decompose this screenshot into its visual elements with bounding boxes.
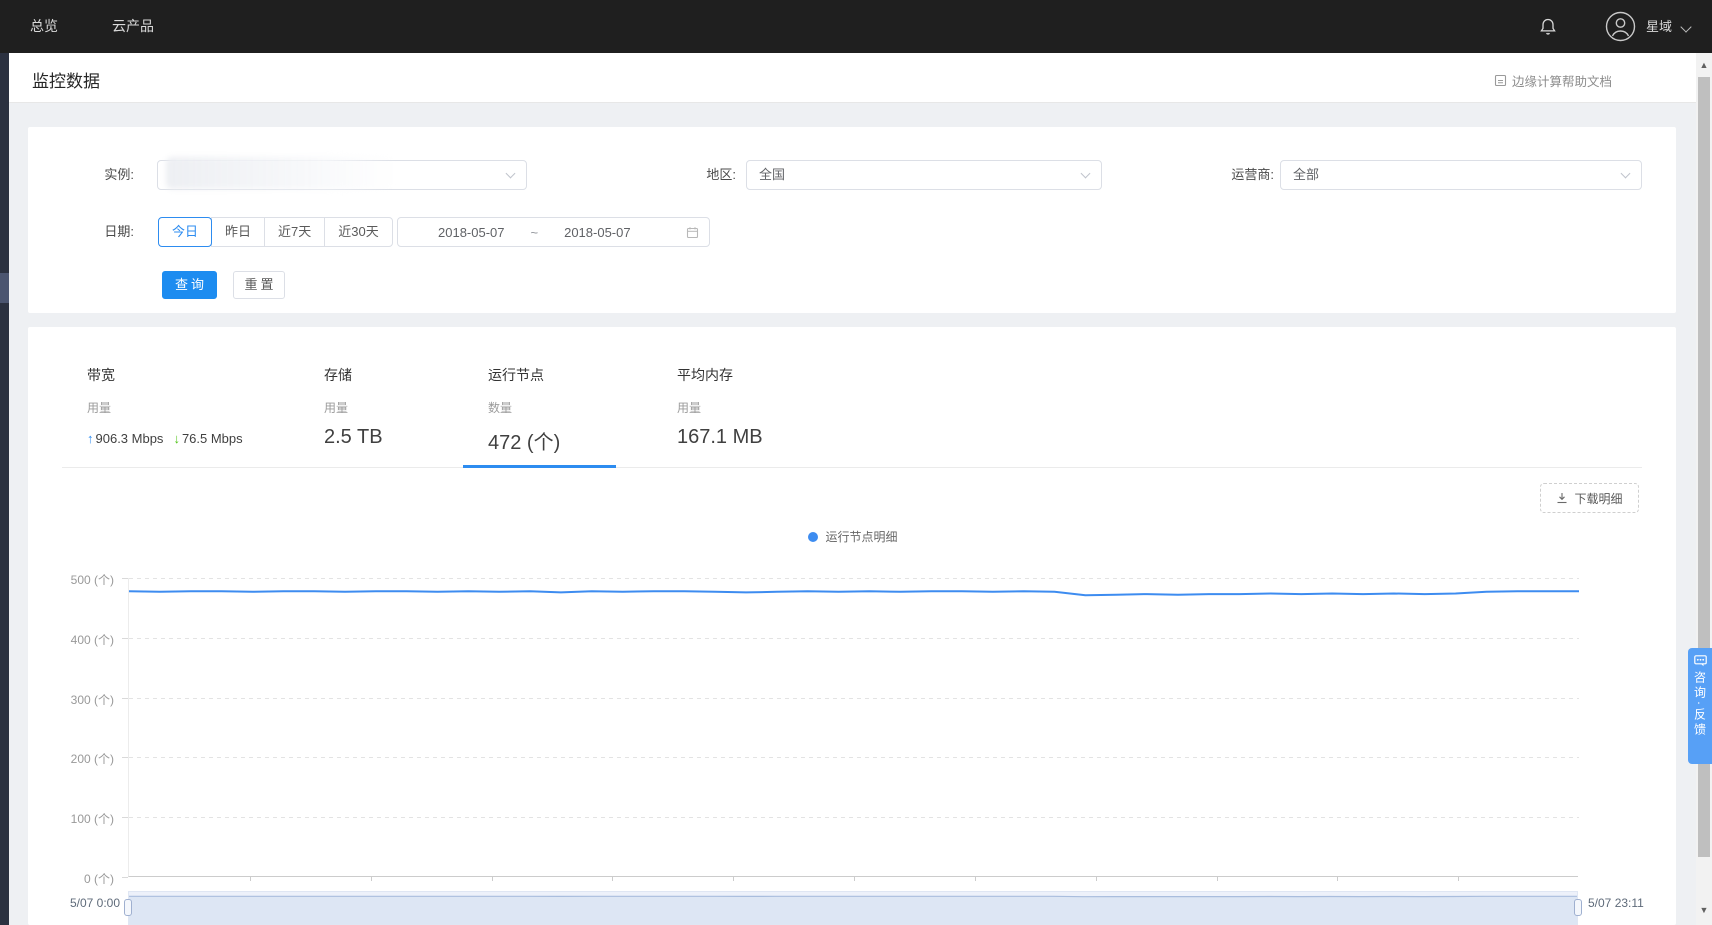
y-tick-label: 500 (个): [28, 571, 114, 588]
download-arrow-icon: ↓: [173, 431, 180, 446]
line-chart-plot: [128, 578, 1578, 877]
notification-bell-icon[interactable]: [1538, 17, 1558, 37]
help-doc-link[interactable]: 边缘计算帮助文档: [1494, 71, 1612, 90]
chat-icon: [1694, 655, 1707, 667]
date-option-30days[interactable]: 近30天: [324, 217, 392, 247]
user-menu[interactable]: 星域: [1646, 0, 1672, 53]
y-tick-label: 100 (个): [28, 810, 114, 827]
sidebar-active-item: [0, 273, 9, 303]
chevron-down-icon: [506, 169, 516, 179]
consult-feedback-label: 咨询·反馈: [1692, 671, 1709, 738]
date-start: 2018-05-07: [438, 225, 505, 240]
scrubber-start-label: 5/07 0:00: [28, 896, 120, 910]
scrubber-handle-left[interactable]: [124, 899, 132, 916]
legend-dot-icon: [808, 532, 818, 542]
region-label: 地区:: [690, 160, 736, 190]
y-tick-label: 300 (个): [28, 691, 114, 708]
chevron-down-icon: [1621, 169, 1631, 179]
download-detail-label: 下载明细: [1574, 490, 1622, 507]
x-tick-mark: [854, 877, 855, 881]
vertical-scrollbar: ▲ ▼: [1696, 53, 1712, 925]
search-button[interactable]: 查询: [162, 271, 217, 299]
tabs-divider: [62, 467, 1642, 468]
date-option-yesterday[interactable]: 昨日: [211, 217, 265, 247]
page-header: 监控数据 边缘计算帮助文档: [0, 53, 1696, 103]
page-title: 监控数据: [32, 67, 100, 92]
x-tick-mark: [1337, 877, 1338, 881]
tab-value: 472 (个): [488, 426, 560, 455]
tab-storage[interactable]: 存储 用量 2.5 TB: [324, 365, 383, 449]
isp-select[interactable]: 全部: [1280, 160, 1642, 190]
instance-label: 实例:: [88, 160, 134, 190]
scroll-down-arrow[interactable]: ▼: [1699, 905, 1709, 915]
scrubber-profile-area: [129, 896, 1577, 924]
x-tick-mark: [612, 877, 613, 881]
collapsed-sidebar[interactable]: [0, 53, 9, 925]
tab-avg-memory[interactable]: 平均内存 用量 167.1 MB: [677, 365, 763, 449]
scrubber-handle-right[interactable]: [1574, 899, 1582, 916]
tab-running-nodes[interactable]: 运行节点 数量 472 (个): [488, 365, 560, 455]
top-navbar: 总览 云产品 星域: [0, 0, 1712, 53]
x-tick-mark: [975, 877, 976, 881]
x-tick-mark: [250, 877, 251, 881]
tab-title: 存储: [324, 365, 383, 385]
tab-sublabel: 数量: [488, 399, 560, 416]
chevron-down-icon: [1081, 169, 1091, 179]
date-label: 日期:: [88, 217, 134, 247]
download-icon: [1556, 492, 1568, 504]
tab-value: 2.5 TB: [324, 426, 383, 449]
isp-value: 全部: [1293, 167, 1319, 182]
chart-line: [129, 591, 1579, 595]
y-tick-label: 200 (个): [28, 750, 114, 767]
tab-value: ↑906.3 Mbps↓76.5 Mbps: [87, 431, 243, 446]
active-tab-indicator: [463, 465, 616, 468]
y-tick-mark: [122, 877, 128, 878]
tab-sublabel: 用量: [87, 399, 243, 416]
monitoring-panel: 带宽 用量 ↑906.3 Mbps↓76.5 Mbps 存储 用量 2.5 TB…: [28, 327, 1676, 925]
scrubber-end-label: 5/07 23:11: [1588, 896, 1644, 910]
chart-legend: 运行节点明细: [128, 528, 1578, 545]
user-avatar-icon[interactable]: [1605, 11, 1636, 42]
tab-value: 167.1 MB: [677, 426, 763, 449]
nav-item-overview[interactable]: 总览: [30, 0, 58, 53]
instance-select[interactable]: [157, 160, 527, 190]
x-tick-mark: [1096, 877, 1097, 881]
y-tick-label: 0 (个): [28, 870, 114, 887]
filter-panel: 实例: 地区: 全国 运营商: 全部 日期: 今日 昨日 近7天 近30天 20…: [28, 127, 1676, 313]
date-option-7days[interactable]: 近7天: [264, 217, 325, 247]
isp-label: 运营商:: [1212, 160, 1274, 190]
document-icon: [1494, 74, 1507, 87]
tab-title: 运行节点: [488, 365, 560, 385]
redacted-instance-value: [166, 157, 396, 189]
x-tick-mark: [371, 877, 372, 881]
y-tick-label: 400 (个): [28, 631, 114, 648]
consult-feedback-widget[interactable]: 咨询·反馈: [1688, 648, 1712, 764]
tab-sublabel: 用量: [677, 399, 763, 416]
tab-title: 带宽: [87, 365, 243, 385]
scroll-up-arrow[interactable]: ▲: [1699, 60, 1709, 70]
legend-item-running-nodes[interactable]: 运行节点明细: [808, 530, 897, 544]
upload-arrow-icon: ↑: [87, 431, 94, 446]
date-separator: ~: [531, 225, 539, 240]
reset-button[interactable]: 重置: [233, 271, 285, 299]
tab-bandwidth[interactable]: 带宽 用量 ↑906.3 Mbps↓76.5 Mbps: [87, 365, 243, 446]
date-range-picker[interactable]: 2018-05-07 ~ 2018-05-07: [397, 217, 710, 247]
help-doc-label: 边缘计算帮助文档: [1512, 71, 1612, 90]
x-tick-mark: [1217, 877, 1218, 881]
timeline-scrubber[interactable]: [128, 891, 1578, 925]
tab-title: 平均内存: [677, 365, 763, 385]
date-quick-options: 今日 昨日 近7天 近30天: [158, 217, 393, 247]
x-tick-mark: [1458, 877, 1459, 881]
tab-sublabel: 用量: [324, 399, 383, 416]
chevron-down-icon: [1680, 21, 1691, 32]
region-select[interactable]: 全国: [746, 160, 1102, 190]
date-end: 2018-05-07: [564, 225, 631, 240]
calendar-icon: [686, 226, 699, 239]
region-value: 全国: [759, 167, 785, 182]
x-tick-mark: [492, 877, 493, 881]
nav-item-cloud-products[interactable]: 云产品: [112, 0, 154, 53]
x-tick-mark: [733, 877, 734, 881]
date-option-today[interactable]: 今日: [158, 217, 212, 247]
download-detail-button[interactable]: 下载明细: [1540, 483, 1639, 513]
